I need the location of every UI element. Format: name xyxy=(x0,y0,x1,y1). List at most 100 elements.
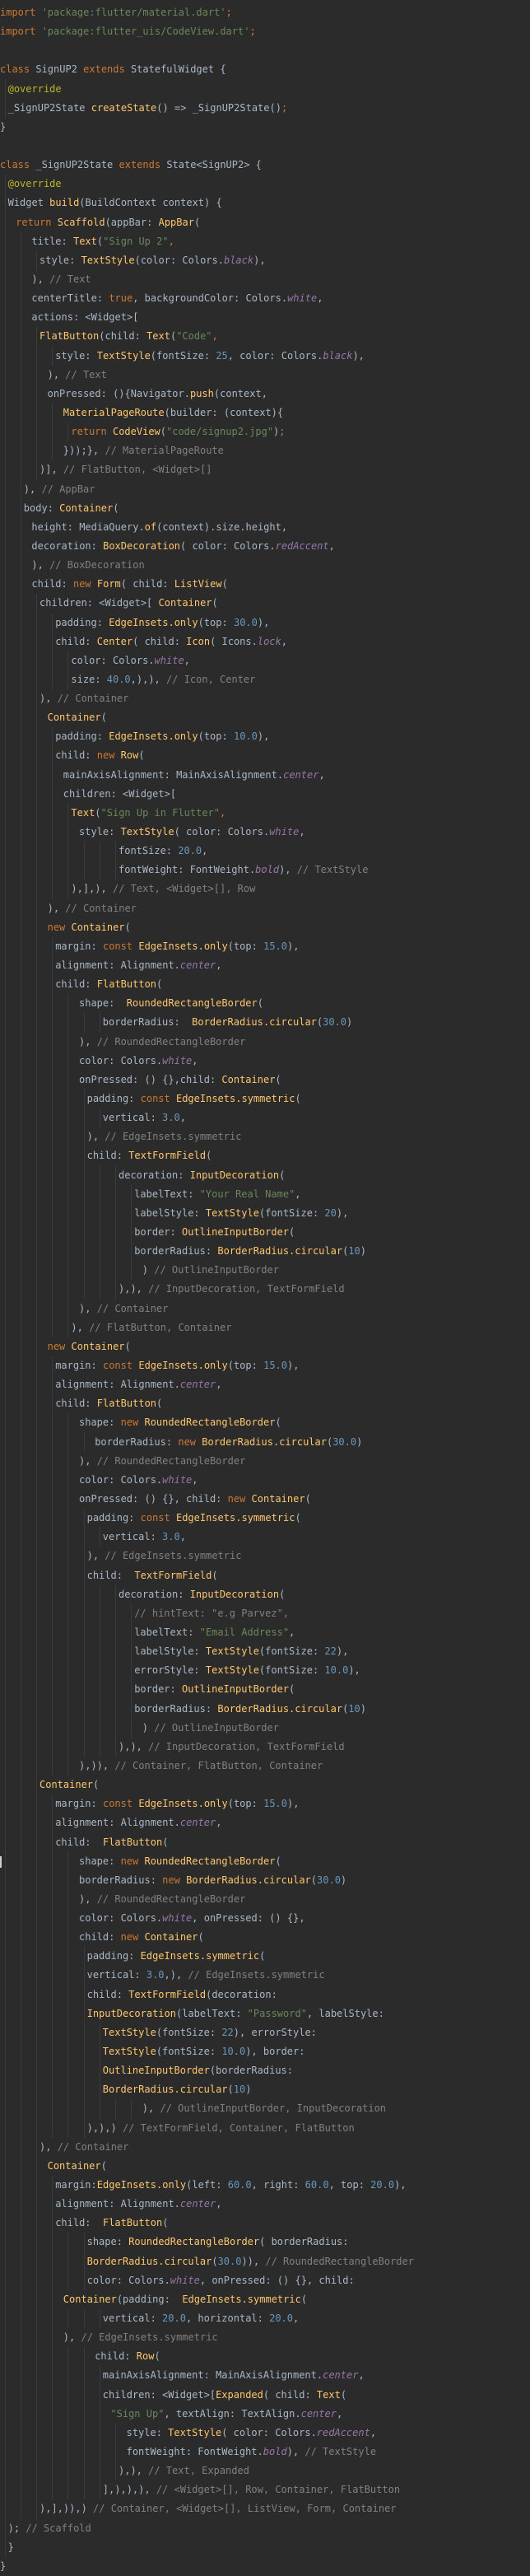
code-line[interactable]: child: Center( child: Icon( Icons.lock, xyxy=(0,632,530,651)
code-line[interactable]: Widget build(BuildContext context) { xyxy=(0,194,530,213)
code-line[interactable]: fontWeight: FontWeight.bold), // TextSty… xyxy=(0,861,530,880)
code-line[interactable]: decoration: InputDecoration( xyxy=(0,1584,530,1604)
code-line[interactable]: padding: EdgeInsets.only(top: 10.0), xyxy=(0,727,530,747)
code-line[interactable]: title: Text("Sign Up 2", xyxy=(0,231,530,251)
code-line[interactable]: shape: new RoundedRectangleBorder( xyxy=(0,1413,530,1433)
code-editor[interactable]: import 'package:flutter/material.dart'; i… xyxy=(0,0,530,2572)
code-line[interactable]: actions: <Widget>[ xyxy=(0,308,530,328)
code-line[interactable]: margin: const EdgeInsets.only(top: 15.0)… xyxy=(0,936,530,957)
code-line[interactable]: } xyxy=(0,118,530,137)
code-line[interactable]: import 'package:flutter/material.dart'; xyxy=(0,3,530,22)
code-line[interactable]: ), // Container xyxy=(0,2137,530,2157)
code-line[interactable]: ), // Container xyxy=(0,898,530,918)
code-line[interactable]: style: TextStyle(color: Colors.black), xyxy=(0,250,530,270)
code-line[interactable]: import 'package:flutter_uis/CodeView.dar… xyxy=(0,22,530,41)
code-line[interactable]: ) // OutlineInputBorder xyxy=(0,1718,530,1738)
code-line[interactable]: ), // EdgeInsets.symmetric xyxy=(0,1127,530,1147)
code-line[interactable]: ),],)),) // Container, <Widget>[], ListV… xyxy=(0,2499,530,2519)
code-line[interactable]: class SignUP2 extends StatefulWidget { xyxy=(0,60,530,79)
code-line[interactable]: size: 40.0,),), // Icon, Center xyxy=(0,670,530,690)
code-line[interactable]: alignment: Alignment.center, xyxy=(0,956,530,976)
code-line[interactable]: FlatButton(child: Text("Code", xyxy=(0,327,530,347)
code-line[interactable]: style: TextStyle(fontSize: 25, color: Co… xyxy=(0,346,530,366)
code-line[interactable]: style: TextStyle( color: Colors.redAccen… xyxy=(0,2423,530,2443)
code-line[interactable]: InputDecoration(labelText: "Password", l… xyxy=(0,2004,530,2023)
code-line[interactable]: alignment: Alignment.center, xyxy=(0,2195,530,2214)
code-line[interactable]: child: FlatButton( xyxy=(0,2214,530,2233)
code-line[interactable]: @override xyxy=(0,79,530,99)
code-line[interactable]: )], // FlatButton, <Widget>[] xyxy=(0,460,530,480)
code-line[interactable]: Container( xyxy=(0,708,530,728)
code-line[interactable]: margin:EdgeInsets.only(left: 60.0, right… xyxy=(0,2176,530,2196)
code-line[interactable]: child: TextFormField( xyxy=(0,1146,530,1166)
code-line[interactable]: ), // RoundedRectangleBorder xyxy=(0,1451,530,1471)
code-line[interactable]: @override xyxy=(0,175,530,194)
code-line[interactable]: Container(padding: EdgeInsets.symmetric( xyxy=(0,2289,530,2310)
code-line[interactable]: borderRadius: BorderRadius.circular(30.0… xyxy=(0,1013,530,1033)
code-line[interactable]: TextStyle(fontSize: 22), errorStyle: xyxy=(0,2023,530,2043)
code-line[interactable]: decoration: BoxDecoration( color: Colors… xyxy=(0,536,530,557)
code-line[interactable]: fontWeight: FontWeight.bold), // TextSty… xyxy=(0,2443,530,2462)
code-line[interactable]: borderRadius: BorderRadius.circular(10) xyxy=(0,1699,530,1719)
code-line[interactable]: return Scaffold(appBar: AppBar( xyxy=(0,212,530,232)
code-line[interactable]: child: TextFormField(decoration: xyxy=(0,1985,530,2004)
code-line[interactable]: child: new Row( xyxy=(0,746,530,766)
code-line[interactable]: mainAxisAlignment: MainAxisAlignment.cen… xyxy=(0,765,530,785)
code-line[interactable]: vertical: 20.0, horizontal: 20.0, xyxy=(0,2309,530,2329)
code-line[interactable]: OutlineInputBorder(borderRadius: xyxy=(0,2061,530,2081)
code-line[interactable]: border: OutlineInputBorder( xyxy=(0,1223,530,1243)
code-line[interactable]: color: Colors.white, onPressed: () {}, c… xyxy=(0,2270,530,2290)
code-line[interactable]: color: Colors.white, xyxy=(0,1051,530,1071)
code-line[interactable]: color: Colors.white, xyxy=(0,651,530,670)
code-line[interactable]: return CodeView("code/signup2.jpg"); xyxy=(0,422,530,442)
code-line[interactable]: Container( xyxy=(0,2156,530,2177)
code-line[interactable]: ), // Container xyxy=(0,1299,530,1318)
code-line[interactable]: ),), // InputDecoration, TextFormField xyxy=(0,1280,530,1300)
code-line[interactable]: BorderRadius.circular(10) xyxy=(0,2080,530,2100)
code-line[interactable]: vertical: 3.0, xyxy=(0,1108,530,1128)
code-line[interactable]: vertical: 3.0,), // EdgeInsets.symmetric xyxy=(0,1966,530,1986)
code-line[interactable]: borderRadius: BorderRadius.circular(10) xyxy=(0,1242,530,1262)
code-line[interactable]: onPressed: () {}, child: new Container( xyxy=(0,1489,530,1510)
code-line[interactable]: border: OutlineInputBorder( xyxy=(0,1680,530,1700)
code-line[interactable]: vertical: 3.0, xyxy=(0,1528,530,1547)
code-line[interactable]: child: FlatButton( xyxy=(0,1832,530,1852)
code-line[interactable]: children: <Widget>[ xyxy=(0,784,530,804)
code-line[interactable]: } xyxy=(0,2557,530,2576)
code-line[interactable]: child: TextFormField( xyxy=(0,1566,530,1585)
code-line[interactable]: shape: new RoundedRectangleBorder( xyxy=(0,1851,530,1871)
code-line[interactable]: new Container( xyxy=(0,1337,530,1356)
code-line[interactable]: child: new Container( xyxy=(0,1928,530,1948)
code-line[interactable]: child: Row( xyxy=(0,2347,530,2367)
code-line[interactable]: MaterialPageRoute(builder: (context){ xyxy=(0,403,530,423)
code-line[interactable]: child: FlatButton( xyxy=(0,1394,530,1414)
code-line[interactable]: shape: RoundedRectangleBorder( borderRad… xyxy=(0,2233,530,2252)
code-line[interactable]: class _SignUP2State extends State<SignUP… xyxy=(0,156,530,175)
code-line[interactable]: labelStyle: TextStyle(fontSize: 22), xyxy=(0,1642,530,1662)
code-line[interactable]: alignment: Alignment.center, xyxy=(0,1813,530,1833)
code-line[interactable]: style: TextStyle( color: Colors.white, xyxy=(0,823,530,842)
code-line[interactable]: children: <Widget>[Expanded( child: Text… xyxy=(0,2385,530,2405)
code-line[interactable]: children: <Widget>[ Container( xyxy=(0,594,530,614)
code-line[interactable] xyxy=(0,41,530,60)
code-line[interactable]: child: new Form( child: ListView( xyxy=(0,575,530,595)
code-line[interactable]: decoration: InputDecoration( xyxy=(0,1165,530,1185)
code-line[interactable]: ),],), // Text, <Widget>[], Row xyxy=(0,880,530,899)
code-line[interactable] xyxy=(0,137,530,156)
code-line[interactable]: errorStyle: TextStyle(fontSize: 10.0), xyxy=(0,1661,530,1681)
code-line[interactable]: } xyxy=(0,2537,530,2557)
code-line[interactable]: "Sign Up", textAlign: TextAlign.center, xyxy=(0,2404,530,2424)
code-line[interactable]: ),)), // Container, FlatButton, Containe… xyxy=(0,1756,530,1776)
code-line[interactable]: height: MediaQuery.of(context).size.heig… xyxy=(0,517,530,537)
code-line[interactable]: borderRadius: new BorderRadius.circular(… xyxy=(0,1870,530,1890)
code-line[interactable]: fontSize: 20.0, xyxy=(0,842,530,861)
code-line[interactable]: BorderRadius.circular(30.0)), // Rounded… xyxy=(0,2252,530,2271)
code-line[interactable]: ), // EdgeInsets.symmetric xyxy=(0,2328,530,2348)
code-line[interactable]: ), // Container xyxy=(0,689,530,709)
code-line[interactable]: color: Colors.white, onPressed: () {}, xyxy=(0,1909,530,1929)
code-line[interactable]: labelText: "Email Address", xyxy=(0,1622,530,1643)
code-line[interactable]: ), // Text xyxy=(0,365,530,385)
code-line[interactable]: ), // OutlineInputBorder, InputDecoratio… xyxy=(0,2099,530,2119)
code-line[interactable]: Container( xyxy=(0,1776,530,1795)
code-line[interactable]: onPressed: () {},child: Container( xyxy=(0,1070,530,1090)
